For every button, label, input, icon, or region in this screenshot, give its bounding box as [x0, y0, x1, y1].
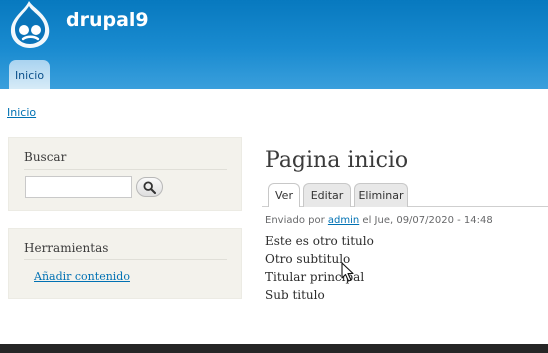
- tab-ver[interactable]: Ver: [268, 183, 300, 207]
- body-line: Otro subtitulo: [265, 252, 351, 266]
- divider: [24, 169, 227, 170]
- tools-block: Herramientas Añadir contenido: [8, 228, 242, 299]
- divider: [24, 259, 227, 260]
- drupal-logo-icon[interactable]: [7, 0, 55, 48]
- tools-block-title: Herramientas: [24, 241, 109, 255]
- search-button[interactable]: [136, 177, 163, 197]
- mouse-cursor-icon: [341, 262, 354, 282]
- search-block-title: Buscar: [24, 150, 67, 164]
- tab-eliminar[interactable]: Eliminar: [354, 183, 408, 207]
- body-line: Este es otro titulo: [265, 234, 374, 248]
- submitted-prefix: Enviado por: [265, 215, 325, 226]
- submitted-date: el Jue, 09/07/2020 - 14:48: [362, 215, 493, 226]
- author-link[interactable]: admin: [328, 215, 359, 226]
- site-header: drupal9 Inicio: [0, 0, 548, 89]
- submitted-info: Enviado por admin el Jue, 09/07/2020 - 1…: [265, 215, 493, 226]
- bottom-bar: [0, 344, 548, 353]
- search-input[interactable]: [25, 176, 132, 198]
- nav-tab-inicio[interactable]: Inicio: [9, 60, 50, 89]
- breadcrumb-home-link[interactable]: Inicio: [7, 106, 36, 119]
- site-name[interactable]: drupal9: [66, 9, 149, 31]
- body-line: Sub titulo: [265, 288, 325, 302]
- search-block: Buscar: [8, 137, 242, 211]
- tab-editar[interactable]: Editar: [303, 183, 351, 207]
- add-content-link[interactable]: Añadir contenido: [34, 270, 130, 283]
- search-icon: [143, 180, 156, 194]
- page-title: Pagina inicio: [265, 148, 409, 173]
